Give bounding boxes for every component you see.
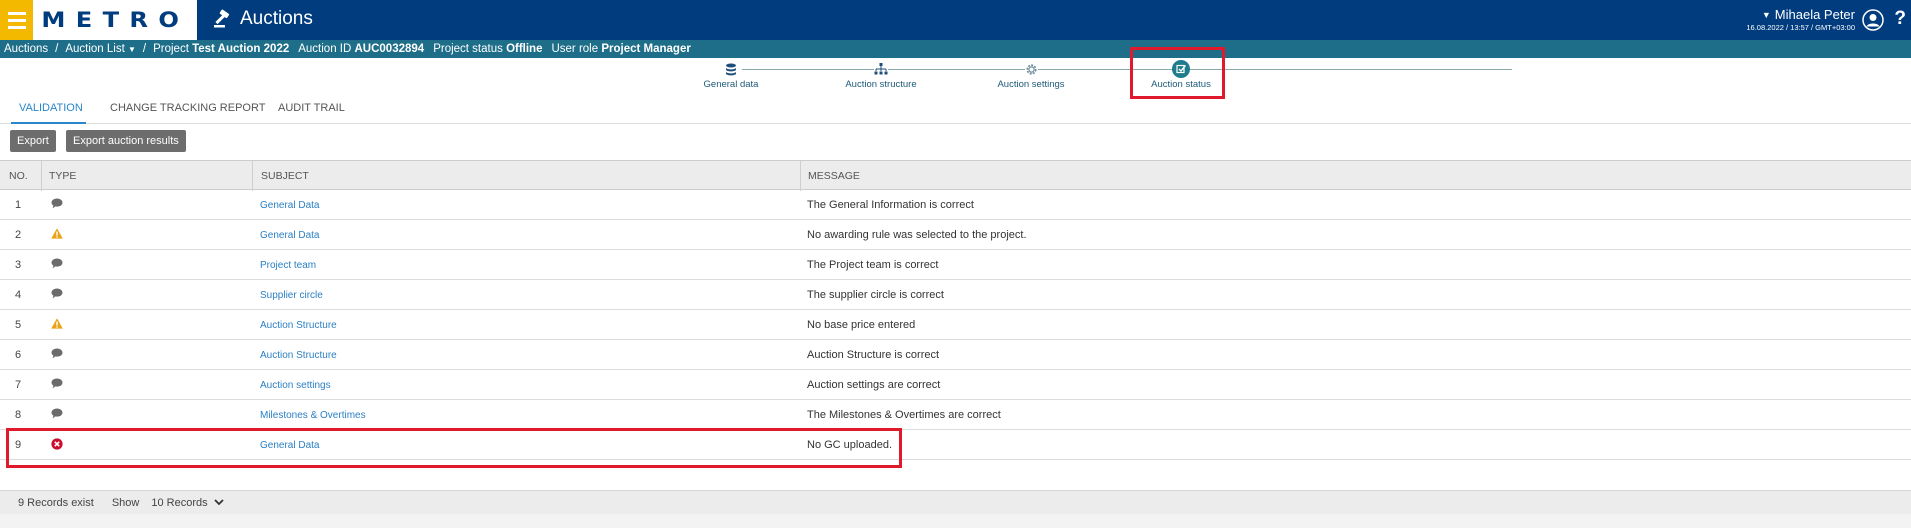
tab-bar: VALIDATION CHANGE TRACKING REPORT AUDIT … — [0, 96, 1911, 124]
validation-table: NO. TYPE SUBJECT MESSAGE 1 General Data Th… — [0, 160, 1911, 460]
highlight-box-step — [1130, 47, 1225, 99]
table-header: NO. TYPE SUBJECT MESSAGE — [0, 160, 1911, 191]
row-number: 3 — [15, 259, 22, 271]
subject-link[interactable]: General Data — [260, 230, 319, 241]
table-row[interactable]: 7 Auction settings Auction settings are co… — [0, 370, 1911, 400]
tab-audit-trail[interactable]: AUDIT TRAIL — [278, 102, 345, 114]
page-size-select[interactable]: 10 Records — [151, 496, 224, 509]
subject-link[interactable]: Project team — [260, 260, 316, 271]
row-number: 1 — [15, 199, 22, 211]
table-row[interactable]: 8 Milestones & Overtimes The Milestones & … — [0, 400, 1911, 430]
step-auction-settings[interactable]: Auction settings — [971, 60, 1091, 90]
app-title-label: Auctions — [240, 8, 313, 29]
column-header-type[interactable]: TYPE — [49, 170, 76, 182]
row-number: 6 — [15, 349, 22, 361]
message-text: No base price entered — [807, 319, 916, 331]
bottom-strip — [0, 514, 1911, 528]
breadcrumb: Auctions / Auction List ▼ / Project Test… — [0, 40, 1911, 58]
table-footer: 9 Records exist Show 10 Records — [0, 490, 1911, 514]
message-text: No awarding rule was selected to the pro… — [807, 229, 1027, 241]
records-count: 9 Records exist — [18, 496, 94, 509]
comment-icon — [51, 258, 63, 272]
message-text: The supplier circle is correct — [807, 289, 944, 301]
user-avatar-icon[interactable] — [1862, 9, 1884, 31]
gear-icon — [1024, 62, 1038, 76]
help-icon[interactable]: ? — [1894, 8, 1906, 30]
tab-change-tracking-report[interactable]: CHANGE TRACKING REPORT — [110, 102, 265, 114]
message-text: The Project team is correct — [807, 259, 939, 271]
breadcrumb-project: Project Test Auction 2022 — [153, 43, 290, 55]
table-row[interactable]: 4 Supplier circle The supplier circle is c… — [0, 280, 1911, 310]
message-text: The Milestones & Overtimes are correct — [807, 409, 1001, 421]
comment-icon — [51, 408, 63, 422]
table-row[interactable]: 6 Auction Structure Auction Structure is c… — [0, 340, 1911, 370]
wizard-stepper: General data Auction structure Auction s… — [0, 58, 1911, 94]
tab-validation[interactable]: VALIDATION — [19, 102, 83, 114]
top-header: METRO Auctions ▼ Mihaela Peter 16.08.2022… — [0, 0, 1911, 40]
page-size-value: 10 Records — [151, 496, 208, 509]
column-header-no[interactable]: NO. — [9, 170, 28, 182]
row-number: 5 — [15, 319, 22, 331]
hierarchy-icon — [874, 63, 888, 75]
comment-icon — [51, 288, 63, 302]
breadcrumb-status: Project status Offline — [433, 43, 543, 55]
table-row[interactable]: 2 General Data No awarding rule was select… — [0, 220, 1911, 250]
table-row[interactable]: 3 Project team The Project team is correct — [0, 250, 1911, 280]
user-name: Mihaela Peter — [1774, 7, 1855, 22]
table-row[interactable]: 1 General Data The General Information is … — [0, 190, 1911, 220]
caret-down-icon: ▼ — [1761, 9, 1771, 20]
subject-link[interactable]: Auction Structure — [260, 320, 337, 331]
step-general-data[interactable]: General data — [671, 60, 791, 90]
gavel-icon — [214, 9, 230, 28]
breadcrumb-auctions[interactable]: Auctions — [4, 43, 48, 55]
user-datetime: 16.08.2022 / 13:57 / GMT+03:00 — [1746, 23, 1855, 32]
active-tab-indicator — [11, 122, 86, 124]
message-text: Auction settings are correct — [807, 379, 941, 391]
menu-icon[interactable] — [0, 0, 33, 40]
column-header-message[interactable]: MESSAGE — [808, 170, 860, 182]
warning-icon — [51, 318, 63, 332]
show-label: Show — [111, 496, 140, 509]
subject-link[interactable]: Auction Structure — [260, 350, 337, 361]
column-header-subject[interactable]: SUBJECT — [261, 170, 309, 182]
caret-down-icon: ▼ — [127, 45, 136, 54]
warning-icon — [51, 228, 63, 242]
export-button[interactable]: Export — [10, 130, 56, 152]
subject-link[interactable]: Supplier circle — [260, 290, 323, 301]
user-menu[interactable]: ▼ Mihaela Peter 16.08.2022 / 13:57 / GMT+… — [1746, 7, 1855, 32]
breadcrumb-auction-id: Auction ID AUC0032894 — [298, 43, 425, 55]
row-number: 7 — [15, 379, 22, 391]
database-icon — [725, 62, 737, 76]
step-auction-structure[interactable]: Auction structure — [821, 60, 941, 90]
row-number: 4 — [15, 289, 22, 301]
comment-icon — [51, 348, 63, 362]
app-title[interactable]: Auctions — [213, 8, 313, 30]
subject-link[interactable]: Milestones & Overtimes — [260, 410, 366, 421]
message-text: The General Information is correct — [807, 199, 974, 211]
table-body: 1 General Data The General Information is … — [0, 190, 1911, 460]
comment-icon — [51, 198, 63, 212]
comment-icon — [51, 378, 63, 392]
breadcrumb-role: User role Project Manager — [551, 43, 691, 55]
export-auction-results-button[interactable]: Export auction results — [66, 130, 186, 152]
subject-link[interactable]: General Data — [260, 200, 319, 211]
table-row[interactable]: 5 Auction Structure No base price entered — [0, 310, 1911, 340]
message-text: Auction Structure is correct — [807, 349, 940, 361]
row-number: 2 — [15, 229, 22, 241]
logo[interactable]: METRO — [33, 0, 197, 40]
chevron-down-icon — [213, 499, 224, 506]
logo-text: METRO — [41, 8, 189, 32]
highlight-box-row — [6, 428, 902, 468]
row-number: 8 — [15, 409, 22, 421]
subject-link[interactable]: Auction settings — [260, 380, 331, 391]
breadcrumb-auction-list[interactable]: Auction List ▼ — [65, 43, 136, 55]
